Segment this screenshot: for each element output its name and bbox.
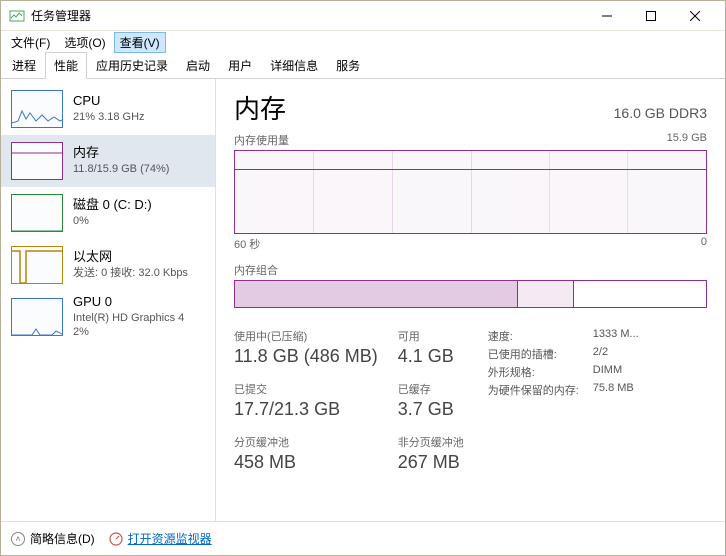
axis-right: 0 (701, 236, 707, 252)
sidebar-ethernet-name: 以太网 (73, 249, 188, 266)
cached-value: 3.7 GB (398, 399, 464, 420)
cpu-thumb-icon (11, 90, 63, 128)
in-use-label: 使用中(已压缩) (234, 328, 378, 344)
sidebar-item-disk[interactable]: 磁盘 0 (C: D:) 0% (1, 187, 215, 239)
tab-users[interactable]: 用户 (219, 52, 261, 78)
fewer-details-button[interactable]: ˄ 简略信息(D) (11, 530, 95, 547)
menu-file[interactable]: 文件(F) (5, 32, 56, 53)
speed-value: 1333 M... (593, 328, 639, 344)
resmon-icon (109, 532, 123, 546)
nonpaged-label: 非分页缓冲池 (398, 434, 464, 450)
sidebar-disk-name: 磁盘 0 (C: D:) (73, 197, 152, 214)
page-title: 内存 (234, 89, 286, 126)
titlebar[interactable]: 任务管理器 (1, 1, 725, 31)
menubar: 文件(F) 选项(O) 查看(V) (1, 31, 725, 53)
window-title: 任务管理器 (31, 7, 585, 24)
sidebar-item-gpu[interactable]: GPU 0 Intel(R) HD Graphics 4 2% (1, 291, 215, 343)
slots-label: 已使用的插槽: (488, 346, 579, 362)
tabbar: 进程 性能 应用历史记录 启动 用户 详细信息 服务 (1, 53, 725, 79)
stats: 使用中(已压缩) 11.8 GB (486 MB) 可用 4.1 GB 已提交 … (234, 328, 707, 473)
sidebar-gpu-detail2: 2% (73, 325, 184, 339)
task-manager-window: 任务管理器 文件(F) 选项(O) 查看(V) 进程 性能 应用历史记录 启动 … (0, 0, 726, 556)
disk-thumb-icon (11, 194, 63, 232)
main-panel: 内存 16.0 GB DDR3 内存使用量 15.9 GB 60 秒 0 内存组… (216, 79, 725, 521)
speed-label: 速度: (488, 328, 579, 344)
in-use-value: 11.8 GB (486 MB) (234, 346, 378, 367)
sidebar-memory-detail: 11.8/15.9 GB (74%) (73, 162, 169, 176)
menu-view[interactable]: 查看(V) (114, 32, 166, 53)
paged-value: 458 MB (234, 452, 378, 473)
sidebar-disk-detail: 0% (73, 214, 152, 228)
form-label: 外形规格: (488, 364, 579, 380)
tab-app-history[interactable]: 应用历史记录 (87, 52, 177, 78)
comp-modified (518, 281, 575, 307)
memory-total: 16.0 GB DDR3 (614, 105, 707, 121)
usage-chart-label: 内存使用量 (234, 132, 289, 148)
sidebar-cpu-name: CPU (73, 93, 145, 110)
tab-services[interactable]: 服务 (327, 52, 369, 78)
tab-performance[interactable]: 性能 (45, 52, 87, 79)
committed-label: 已提交 (234, 381, 378, 397)
sidebar-ethernet-detail: 发送: 0 接收: 32.0 Kbps (73, 266, 188, 280)
sidebar-gpu-name: GPU 0 (73, 294, 184, 311)
minimize-button[interactable] (585, 2, 629, 30)
sidebar-memory-name: 内存 (73, 145, 169, 162)
sidebar-item-ethernet[interactable]: 以太网 发送: 0 接收: 32.0 Kbps (1, 239, 215, 291)
sidebar-cpu-detail: 21% 3.18 GHz (73, 110, 145, 124)
sidebar-item-memory[interactable]: 内存 11.8/15.9 GB (74%) (1, 135, 215, 187)
sidebar-gpu-detail: Intel(R) HD Graphics 4 (73, 311, 184, 325)
form-value: DIMM (593, 364, 639, 380)
nonpaged-value: 267 MB (398, 452, 464, 473)
sidebar-item-cpu[interactable]: CPU 21% 3.18 GHz (1, 83, 215, 135)
ethernet-thumb-icon (11, 246, 63, 284)
reserved-label: 为硬件保留的内存: (488, 382, 579, 398)
cached-label: 已缓存 (398, 381, 464, 397)
slots-value: 2/2 (593, 346, 639, 362)
app-icon (9, 8, 25, 24)
menu-options[interactable]: 选项(O) (58, 32, 111, 53)
open-resmon-link[interactable]: 打开资源监视器 (128, 530, 212, 547)
usage-chart-max: 15.9 GB (667, 132, 707, 148)
fewer-details-label: 简略信息(D) (30, 530, 95, 547)
sidebar: CPU 21% 3.18 GHz 内存 11.8/15.9 GB (74%) (1, 79, 216, 521)
maximize-button[interactable] (629, 2, 673, 30)
comp-in-use (235, 281, 518, 307)
tab-details[interactable]: 详细信息 (261, 52, 327, 78)
committed-value: 17.7/21.3 GB (234, 399, 378, 420)
available-label: 可用 (398, 328, 464, 344)
axis-left: 60 秒 (234, 236, 260, 252)
composition-chart[interactable] (234, 280, 707, 308)
reserved-value: 75.8 MB (593, 382, 639, 398)
paged-label: 分页缓冲池 (234, 434, 378, 450)
available-value: 4.1 GB (398, 346, 464, 367)
content: CPU 21% 3.18 GHz 内存 11.8/15.9 GB (74%) (1, 79, 725, 521)
tab-startup[interactable]: 启动 (177, 52, 219, 78)
footer: ˄ 简略信息(D) 打开资源监视器 (1, 521, 725, 555)
usage-chart[interactable] (234, 150, 707, 234)
close-button[interactable] (673, 2, 717, 30)
composition-label: 内存组合 (234, 262, 707, 278)
gpu-thumb-icon (11, 298, 63, 336)
memory-thumb-icon (11, 142, 63, 180)
chevron-up-icon: ˄ (11, 532, 25, 546)
tab-processes[interactable]: 进程 (3, 52, 45, 78)
